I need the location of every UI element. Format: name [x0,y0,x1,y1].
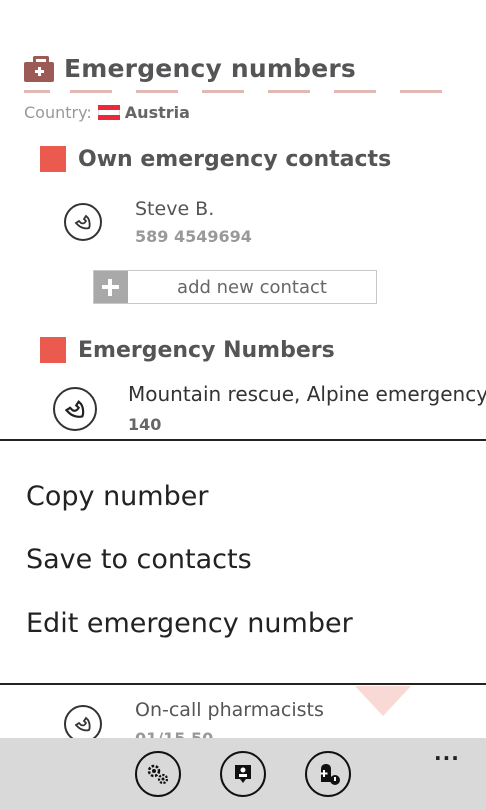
map-button[interactable] [220,751,266,797]
pivot-indicator [24,90,466,93]
medical-kit-icon [24,55,54,82]
add-contact-bar-button[interactable] [305,751,351,797]
map-pin-icon [235,765,251,783]
emergency-numbers-header: Emergency Numbers [40,337,335,363]
app-bar: ... [0,738,486,810]
settings-gears-icon [147,764,169,785]
add-contact-icon [320,764,340,785]
add-contact-label: add new contact [177,276,327,298]
emergency-name: On-call pharmacists [135,699,324,721]
page-title: Emergency numbers [64,54,356,83]
country-label: Country: [24,103,92,122]
country-selector[interactable]: Country: Austria [24,103,190,122]
phone-icon[interactable] [64,203,102,241]
emergency-page: Emergency numbers Country: Austria Own e… [0,0,486,810]
settings-button[interactable] [135,751,181,797]
own-contacts-title: Own emergency contacts [78,146,392,172]
more-options-button[interactable]: ... [434,743,460,763]
own-contacts-header: Own emergency contacts [40,146,391,172]
section-marker [40,337,66,363]
contact-name: Steve B. [135,198,215,220]
emergency-numbers-title: Emergency Numbers [78,337,335,363]
austria-flag-icon [97,105,120,120]
emergency-name: Mountain rescue, Alpine emergency [128,382,486,406]
phone-icon[interactable] [53,387,97,431]
decorative-shape [355,686,411,716]
add-contact-button[interactable]: add new contact [93,270,377,304]
page-header: Emergency numbers [24,54,356,83]
copy-number-menu-item[interactable]: Copy number [26,481,208,512]
contact-number: 589 4549694 [135,227,252,246]
country-value: Austria [124,103,190,122]
save-to-contacts-menu-item[interactable]: Save to contacts [26,544,252,575]
emergency-number: 140 [128,415,162,434]
plus-icon [94,271,128,303]
edit-emergency-number-menu-item[interactable]: Edit emergency number [26,608,353,639]
section-marker [40,146,66,172]
context-menu: Copy number Save to contacts Edit emerge… [0,439,486,685]
